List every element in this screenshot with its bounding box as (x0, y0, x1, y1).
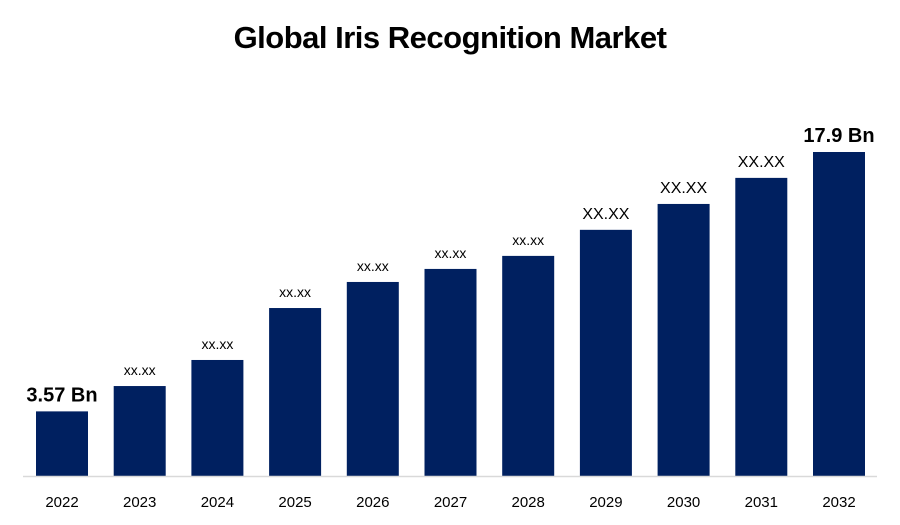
x-tick-label-2023: 2023 (123, 494, 156, 511)
bar-chart: 3.57 Bn 2022 xx.xx 2023 xx.xx 2024 xx.xx 2025 xx… (23, 125, 877, 511)
x-tick-label-2032: 2032 (822, 494, 855, 511)
x-tick-label-2029: 2029 (589, 494, 622, 511)
data-label-2023: xx.xx (124, 362, 156, 378)
bar-2024 (191, 359, 244, 476)
bar-2023 (113, 386, 166, 476)
data-label-2022: 3.57 Bn (26, 384, 97, 406)
bar-2027 (424, 268, 477, 476)
data-label-2026: xx.xx (357, 258, 389, 274)
data-label-2027: xx.xx (435, 245, 467, 261)
data-label-2028: xx.xx (512, 232, 544, 248)
x-tick-label-2030: 2030 (667, 494, 700, 511)
x-tick-label-2027: 2027 (434, 494, 467, 511)
data-label-2030: XX.XX (660, 180, 707, 197)
bar-2025 (269, 308, 322, 476)
bar-2032 (813, 152, 865, 476)
x-tick-label-2026: 2026 (356, 494, 389, 511)
bar-2029 (579, 229, 632, 476)
data-label-2031: XX.XX (738, 154, 785, 171)
x-tick-label-2028: 2028 (512, 494, 545, 511)
data-label-2025: xx.xx (279, 284, 311, 300)
bar-2030 (657, 203, 710, 476)
data-label-2032: 17.9 Bn (803, 125, 874, 147)
bar-2022 (36, 411, 88, 476)
bar-2031 (735, 177, 788, 477)
data-label-2024: xx.xx (201, 336, 233, 352)
bar-2028 (502, 255, 555, 476)
x-tick-label-2024: 2024 (201, 494, 234, 511)
x-tick-label-2022: 2022 (45, 494, 78, 511)
x-tick-label-2031: 2031 (745, 494, 778, 511)
x-tick-label-2025: 2025 (278, 494, 311, 511)
data-label-2029: XX.XX (582, 206, 629, 223)
bar-2026 (346, 281, 399, 476)
